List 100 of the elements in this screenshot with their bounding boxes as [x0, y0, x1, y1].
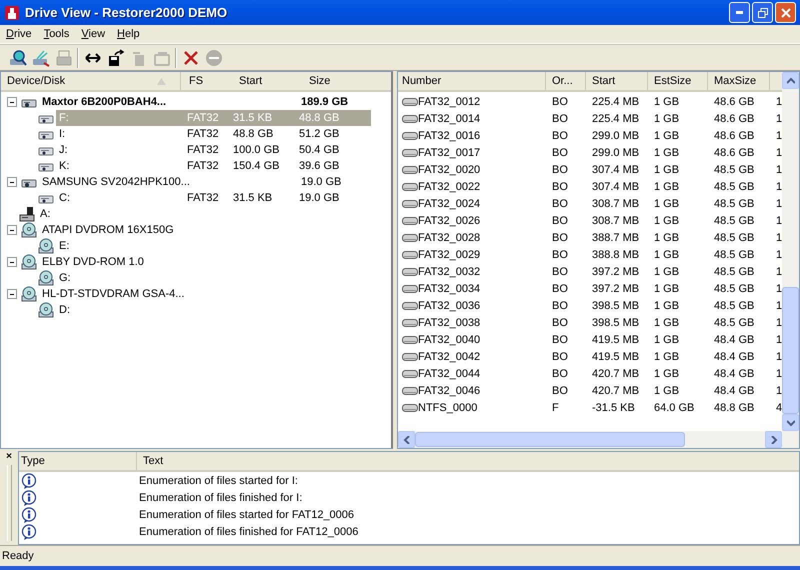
- drive-icon: [402, 402, 418, 412]
- close-button[interactable]: ×: [6, 451, 12, 463]
- expander-icon[interactable]: [7, 97, 17, 107]
- table-cell-text: 1: [775, 300, 782, 312]
- info-icon: [21, 472, 37, 488]
- table-cell-text: 1: [775, 214, 782, 226]
- device-name[interactable]: Maxtor 6B200P0BAH4...: [39, 96, 189, 108]
- floppy-drive-icon: [19, 206, 35, 222]
- drive-icon: [402, 352, 418, 362]
- status-text: Ready: [2, 550, 34, 562]
- device-name[interactable]: G:: [56, 272, 187, 284]
- tree-cell-text: 150.4 GB: [233, 160, 280, 172]
- table-cell: FAT32_0046: [398, 384, 546, 396]
- menu-item[interactable]: Drive: [0, 28, 38, 40]
- table-cell-text: 308.7 MB: [591, 214, 640, 226]
- table-cell-text: 4: [775, 402, 782, 414]
- column-header[interactable]: Start: [233, 72, 303, 90]
- table-cell-text: BO: [551, 146, 569, 158]
- table-cell: FAT32_0040: [398, 334, 546, 346]
- table-cell-text: 1: [775, 266, 782, 278]
- scroll-left-button[interactable]: [398, 431, 415, 448]
- window-title: Drive View - Restorer2000 DEMO: [25, 5, 228, 20]
- drive-icon: [402, 182, 418, 192]
- log-message: Enumeration of files finished for FAT12_0006: [139, 526, 360, 538]
- column-header[interactable]: Start: [586, 72, 648, 90]
- table-cell-text: F: [551, 402, 560, 414]
- column-header[interactable]: Type: [19, 452, 137, 470]
- column-header[interactable]: Or...: [546, 72, 586, 90]
- device-name[interactable]: I:: [56, 128, 187, 140]
- table-cell: FAT32_0029: [398, 248, 546, 260]
- device-name[interactable]: E:: [56, 240, 187, 252]
- table-cell-text: 48.5 GB: [713, 198, 756, 210]
- stop-icon: [204, 48, 222, 66]
- table-cell-text: 48.8 GB: [713, 402, 756, 414]
- minimize-button[interactable]: [729, 2, 750, 23]
- device-name[interactable]: J:: [56, 144, 187, 156]
- log-message: Enumeration of files finished for I:: [139, 492, 304, 504]
- scrollbar-thumb[interactable]: [782, 287, 800, 414]
- scroll-down-button[interactable]: [782, 414, 800, 431]
- column-header[interactable]: Device/Disk: [1, 72, 181, 90]
- close-button[interactable]: [775, 2, 796, 23]
- printer-icon: [54, 48, 72, 66]
- table-cell-text: 1 GB: [653, 146, 680, 158]
- column-header[interactable]: Text: [137, 452, 799, 470]
- device-name[interactable]: C:: [56, 192, 187, 204]
- disc-drive-icon: [21, 286, 37, 302]
- scroll-right-button[interactable]: [765, 431, 782, 448]
- table-cell-text: 48.5 GB: [713, 164, 756, 176]
- device-name[interactable]: SAMSUNG SV2042HPK100...: [39, 176, 189, 188]
- table-cell-text: 48.6 GB: [713, 96, 756, 108]
- column-header[interactable]: Number: [398, 72, 546, 90]
- cross-icon: [182, 48, 200, 66]
- expander-icon[interactable]: [7, 225, 17, 235]
- device-name[interactable]: ATAPI DVDROM 16X150G: [39, 224, 189, 236]
- device-name[interactable]: D:: [56, 304, 187, 316]
- device-name[interactable]: HL-DT-STDVDRAM GSA-4...: [39, 288, 189, 300]
- menu-item[interactable]: Tools: [38, 28, 76, 40]
- restore-button[interactable]: [752, 2, 773, 23]
- column-header[interactable]: MaxSize: [708, 72, 770, 90]
- drive-icon: [402, 96, 418, 106]
- table-cell-text: 48.5 GB: [713, 300, 756, 312]
- table-cell-text: 420.7 MB: [591, 384, 640, 396]
- table-cell-text: 1: [775, 112, 782, 124]
- table-cell-text: 1 GB: [653, 266, 680, 278]
- scrollbar-thumb[interactable]: [415, 432, 685, 447]
- table-cell-text: 48.6 GB: [713, 112, 756, 124]
- tree-cell-text: 31.5 KB: [233, 112, 274, 124]
- table-cell-text: 1: [775, 368, 782, 380]
- expander-icon[interactable]: [7, 257, 17, 267]
- menu-item[interactable]: Help: [111, 28, 146, 40]
- table-cell-text: 48.5 GB: [713, 316, 756, 328]
- device-name[interactable]: A:: [37, 208, 187, 220]
- device-name[interactable]: K:: [56, 160, 187, 172]
- scroll-up-button[interactable]: [782, 72, 800, 89]
- table-cell-text: 48.4 GB: [713, 334, 756, 346]
- table-cell: FAT32_0028: [398, 232, 546, 244]
- table-cell-text: 1: [775, 130, 782, 142]
- device-name[interactable]: ELBY DVD-ROM 1.0: [39, 256, 189, 268]
- table-cell: FAT32_0026: [398, 214, 546, 226]
- column-header[interactable]: Size: [303, 72, 383, 90]
- table-cell-text: 1 GB: [653, 112, 680, 124]
- table-cell: FAT32_0020: [398, 164, 546, 176]
- table-cell-text: 299.0 MB: [591, 146, 640, 158]
- column-header[interactable]: EstSize: [648, 72, 708, 90]
- disc-drive-icon: [21, 254, 37, 270]
- table-cell-text: 388.8 MB: [591, 248, 640, 260]
- drive-icon: [402, 164, 418, 174]
- expander-icon[interactable]: [7, 289, 17, 299]
- table-cell: FAT32_0034: [398, 282, 546, 294]
- menu-item[interactable]: View: [75, 28, 112, 40]
- table-cell-text: BO: [551, 164, 569, 176]
- table-cell-text: BO: [551, 130, 569, 142]
- table-cell-text: 48.5 GB: [713, 214, 756, 226]
- table-cell-text: 397.2 MB: [591, 282, 640, 294]
- table-cell-text: BO: [551, 232, 569, 244]
- tree-cell-text: 48.8 GB: [299, 112, 340, 124]
- table-cell-text: BO: [551, 368, 569, 380]
- app-icon: [4, 4, 20, 20]
- column-header[interactable]: FS: [181, 72, 233, 90]
- expander-icon[interactable]: [7, 177, 17, 187]
